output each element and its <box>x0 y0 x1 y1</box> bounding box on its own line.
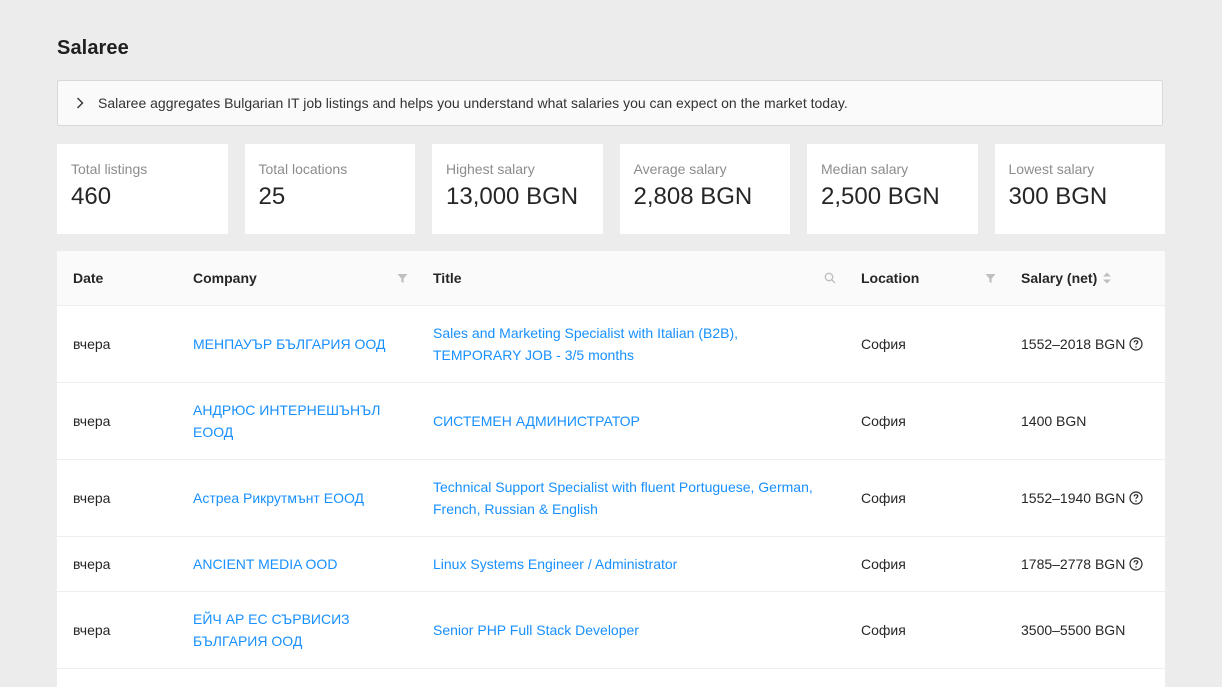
stat-card-total-listings: Total listings 460 <box>57 144 228 234</box>
row-salary: 1552–2018 BGN <box>1021 336 1126 352</box>
stat-card-total-locations: Total locations 25 <box>244 144 415 234</box>
row-salary: 3500–5500 BGN <box>1021 622 1126 638</box>
stat-value: 13,000 BGN <box>446 183 579 210</box>
page-title: Salaree <box>57 37 129 59</box>
row-salary: 1552–1940 BGN <box>1021 490 1126 506</box>
salary-cell: 1785–2778 BGN <box>1021 553 1143 575</box>
company-link[interactable]: МЕНПАУЪР БЪЛГАРИЯ ООД <box>193 333 385 355</box>
stat-value: 2,808 BGN <box>633 183 753 210</box>
about-text: Salaree aggregates Bulgarian IT job list… <box>98 95 848 111</box>
column-header-title: Title <box>433 270 462 286</box>
salary-cell: 3500–5500 BGN <box>1021 619 1125 641</box>
column-header-date: Date <box>73 270 104 286</box>
stat-card-median-salary: Median salary 2,500 BGN <box>807 144 978 234</box>
table-row: вчера МЕНПАУЪР БЪЛГАРИЯ ООД Sales and Ma… <box>57 306 1165 383</box>
salary-cell: 1552–1940 BGN <box>1021 487 1143 509</box>
filter-icon[interactable] <box>985 251 996 305</box>
stat-label: Total locations <box>258 161 348 177</box>
company-link[interactable]: Астреа Рикрутмънт ЕООД <box>193 487 364 509</box>
row-salary: 1400 BGN <box>1021 413 1087 429</box>
chevron-right-icon[interactable] <box>74 97 86 109</box>
sort-icon[interactable] <box>1102 251 1112 305</box>
stat-value: 2,500 BGN <box>821 183 940 210</box>
table-header: Date Company Title Location Salary (net) <box>57 251 1165 306</box>
about-collapse-panel[interactable]: Salaree aggregates Bulgarian IT job list… <box>57 80 1163 126</box>
stat-value: 25 <box>258 183 286 210</box>
job-title-link[interactable]: Sales and Marketing Specialist with Ital… <box>433 322 823 366</box>
stat-label: Highest salary <box>446 161 535 177</box>
row-date: вчера <box>73 622 111 638</box>
row-location: София <box>861 622 906 638</box>
company-link[interactable]: ЕЙЧ АР ЕС СЪРВИСИЗ БЪЛГАРИЯ ООД <box>193 608 363 652</box>
job-title-link[interactable]: СИСТЕМЕН АДМИНИСТРАТОР <box>433 410 640 432</box>
row-location: София <box>861 336 906 352</box>
job-title-link[interactable]: Technical Support Specialist with fluent… <box>433 476 823 520</box>
salary-cell: 1552–2018 BGN <box>1021 333 1143 355</box>
stat-value: 460 <box>71 183 112 210</box>
stat-card-highest-salary: Highest salary 13,000 BGN <box>432 144 603 234</box>
row-location: София <box>861 490 906 506</box>
column-header-company: Company <box>193 270 257 286</box>
question-circle-icon[interactable] <box>1129 337 1143 351</box>
stat-label: Median salary <box>821 161 909 177</box>
row-location: София <box>861 556 906 572</box>
company-link[interactable]: АНДРЮС ИНТЕРНЕШЪНЪЛ ЕООД <box>193 399 383 443</box>
row-date: вчера <box>73 413 111 429</box>
column-header-salary[interactable]: Salary (net) <box>1021 251 1097 305</box>
app-root: Salaree Salaree aggregates Bulgarian IT … <box>0 0 1222 687</box>
table-row: вчера Астреа Рикрутмънт ЕООД Technical S… <box>57 460 1165 537</box>
row-date: вчера <box>73 490 111 506</box>
row-location: София <box>861 413 906 429</box>
listings-table: Date Company Title Location Salary (net)… <box>57 251 1165 687</box>
question-circle-icon[interactable] <box>1129 491 1143 505</box>
table-row: вчера АНДРЮС ИНТЕРНЕШЪНЪЛ ЕООД СИСТЕМЕН … <box>57 383 1165 460</box>
company-link[interactable]: ANCIENT MEDIA OOD <box>193 553 337 575</box>
search-icon[interactable] <box>824 251 836 305</box>
stat-label: Total listings <box>71 161 148 177</box>
row-salary: 1785–2778 BGN <box>1021 556 1126 572</box>
job-title-link[interactable]: Senior PHP Full Stack Developer <box>433 619 639 641</box>
salary-cell: 1400 BGN <box>1021 410 1086 432</box>
stat-card-average-salary: Average salary 2,808 BGN <box>619 144 790 234</box>
row-date: вчера <box>73 556 111 572</box>
filter-icon[interactable] <box>397 251 408 305</box>
row-date: вчера <box>73 336 111 352</box>
job-title-link[interactable]: Linux Systems Engineer / Administrator <box>433 553 677 575</box>
stat-card-lowest-salary: Lowest salary 300 BGN <box>994 144 1165 234</box>
question-circle-icon[interactable] <box>1129 557 1143 571</box>
statistics-row: Total listings 460 Total locations 25 Hi… <box>57 144 1165 234</box>
table-row: вчера ЕЙЧ АР ЕС СЪРВИСИЗ БЪЛГАРИЯ ООД Se… <box>57 592 1165 669</box>
column-header-location: Location <box>861 270 920 286</box>
stat-label: Average salary <box>633 161 727 177</box>
table-row: вчера ANCIENT MEDIA OOD Linux Systems En… <box>57 537 1165 592</box>
stat-value: 300 BGN <box>1008 183 1108 210</box>
stat-label: Lowest salary <box>1008 161 1095 177</box>
